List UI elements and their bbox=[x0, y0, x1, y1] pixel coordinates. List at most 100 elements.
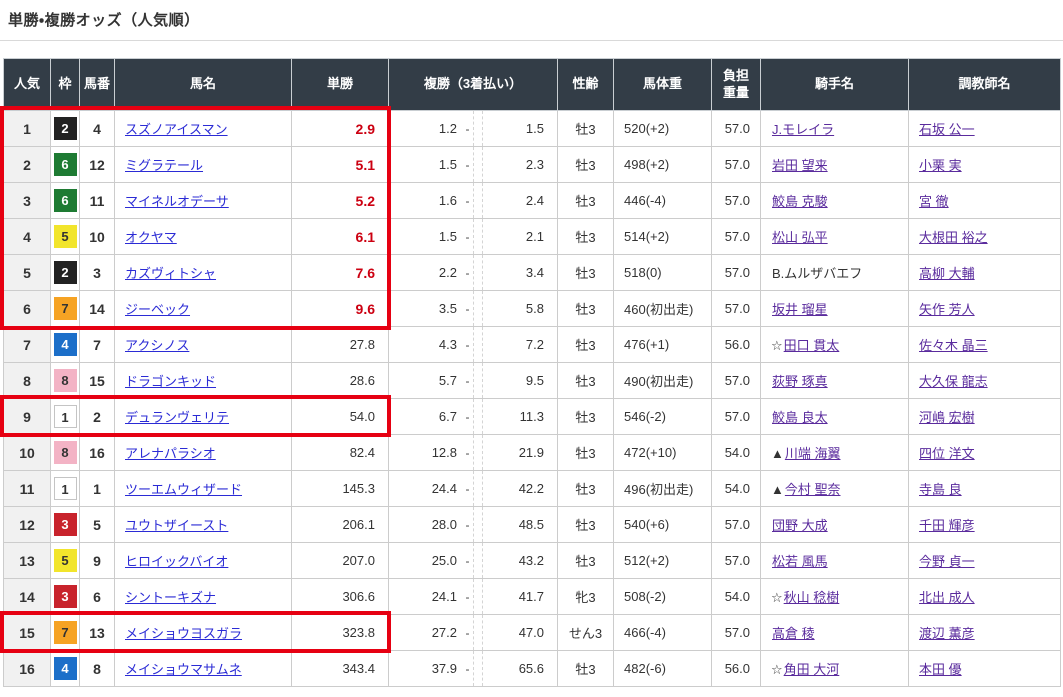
jockey-link[interactable]: 岩田 望来 bbox=[772, 158, 828, 173]
jockey-link[interactable]: 秋山 稔樹 bbox=[784, 590, 840, 605]
horse-name-link[interactable]: ヒロイックバイオ bbox=[125, 554, 228, 569]
weight-cell: 466(-4) bbox=[614, 615, 712, 651]
trainer-link[interactable]: 今野 貞一 bbox=[919, 554, 975, 569]
place-low: 12.8 bbox=[389, 435, 462, 470]
place-odds: 5.7 - 9.5 bbox=[389, 363, 557, 398]
place-low: 4.3 bbox=[389, 327, 462, 362]
horse-name-link[interactable]: スズノアイスマン bbox=[125, 122, 228, 137]
jockey-link[interactable]: 鮫島 良太 bbox=[772, 410, 828, 425]
rank-cell: 4 bbox=[4, 219, 51, 255]
trainer-link[interactable]: 寺島 良 bbox=[919, 482, 962, 497]
trainer-link[interactable]: 小栗 実 bbox=[919, 158, 962, 173]
jockey-link[interactable]: 荻野 琢真 bbox=[772, 374, 828, 389]
horse-number: 1 bbox=[93, 481, 101, 497]
jockey-link[interactable]: 角田 大河 bbox=[784, 662, 840, 677]
frame-badge: 1 bbox=[54, 477, 77, 500]
win-odds-cell: 9.6 bbox=[292, 291, 389, 327]
horse-name-link[interactable]: デュランヴェリテ bbox=[125, 410, 229, 425]
trainer-link[interactable]: 北出 成人 bbox=[919, 590, 975, 605]
jockey-link[interactable]: 鮫島 克駿 bbox=[772, 194, 828, 209]
trainer-cell: 宮 徹 bbox=[909, 183, 1061, 219]
jockey-link[interactable]: 今村 聖奈 bbox=[785, 482, 841, 497]
win-odds: 7.6 bbox=[356, 265, 375, 281]
trainer-link[interactable]: 千田 輝彦 bbox=[919, 518, 975, 533]
horse-name-link[interactable]: マイネルオデーサ bbox=[125, 194, 229, 209]
table-row: 7 4 7 アクシノス 27.8 4.3 - 7.2 牡3 476(+1) 56… bbox=[4, 327, 1061, 363]
jockey-link[interactable]: 田口 貫太 bbox=[784, 338, 840, 353]
jockey-link[interactable]: J.モレイラ bbox=[772, 122, 834, 137]
win-odds-cell: 6.1 bbox=[292, 219, 389, 255]
rank-value: 15 bbox=[19, 625, 35, 641]
rank-cell: 7 bbox=[4, 327, 51, 363]
frame-badge: 2 bbox=[54, 117, 77, 140]
horse-name-link[interactable]: ユウトザイースト bbox=[125, 518, 228, 533]
jockey-rank-mark: ☆ bbox=[771, 338, 783, 353]
horse-number: 8 bbox=[93, 661, 101, 677]
rank-cell: 15 bbox=[4, 615, 51, 651]
jockey-link[interactable]: 松山 弘平 bbox=[772, 230, 828, 245]
trainer-link[interactable]: 石坂 公一 bbox=[919, 122, 975, 137]
horse-number: 4 bbox=[93, 121, 101, 137]
trainer-link[interactable]: 四位 洋文 bbox=[919, 446, 975, 461]
trainer-link[interactable]: 矢作 芳人 bbox=[919, 302, 975, 317]
place-separator: - bbox=[462, 651, 474, 686]
weight-cell: 514(+2) bbox=[614, 219, 712, 255]
trainer-link[interactable]: 佐々木 晶三 bbox=[919, 338, 988, 353]
frame-cell: 6 bbox=[51, 183, 80, 219]
place-odds: 6.7 - 11.3 bbox=[389, 399, 557, 434]
frame-cell: 2 bbox=[51, 255, 80, 291]
jockey-link[interactable]: 松若 風馬 bbox=[772, 554, 828, 569]
horse-name-link[interactable]: メイショウヨスガラ bbox=[125, 626, 242, 641]
horse-number-cell: 12 bbox=[80, 147, 115, 183]
jockey-link[interactable]: 団野 大成 bbox=[772, 518, 828, 533]
jockey-link[interactable]: 坂井 瑠星 bbox=[772, 302, 828, 317]
sex-age-cell: 牡3 bbox=[558, 111, 614, 147]
sex-age-cell: 牡3 bbox=[558, 255, 614, 291]
horse-name-cell: メイショウマサムネ bbox=[115, 651, 292, 687]
trainer-cell: 渡辺 薫彦 bbox=[909, 615, 1061, 651]
trainer-link[interactable]: 宮 徹 bbox=[919, 194, 949, 209]
jockey-cell: ▲今村 聖奈 bbox=[761, 471, 909, 507]
horse-name-link[interactable]: ツーエムウィザード bbox=[125, 482, 242, 497]
table-row: 1 2 4 スズノアイスマン 2.9 1.2 - 1.5 牡3 520(+2) … bbox=[4, 111, 1061, 147]
horse-name-link[interactable]: カズヴィトシャ bbox=[125, 266, 216, 281]
trainer-link[interactable]: 大根田 裕之 bbox=[919, 230, 988, 245]
jockey-link[interactable]: 川端 海翼 bbox=[785, 446, 841, 461]
place-odds-cell: 1.6 - 2.4 bbox=[389, 183, 558, 219]
place-high: 5.8 bbox=[483, 291, 557, 326]
horse-name-link[interactable]: ドラゴンキッド bbox=[125, 374, 216, 389]
place-odds: 27.2 - 47.0 bbox=[389, 615, 557, 650]
horse-name-link[interactable]: アレナパラシオ bbox=[125, 446, 216, 461]
trainer-cell: 本田 優 bbox=[909, 651, 1061, 687]
load-weight-cell: 57.0 bbox=[712, 255, 761, 291]
trainer-link[interactable]: 渡辺 薫彦 bbox=[919, 626, 975, 641]
trainer-link[interactable]: 大久保 龍志 bbox=[919, 374, 988, 389]
horse-name-link[interactable]: アクシノス bbox=[125, 338, 189, 353]
horse-number-cell: 6 bbox=[80, 579, 115, 615]
horse-name-link[interactable]: ミグラテール bbox=[125, 158, 203, 173]
trainer-link[interactable]: 河嶋 宏樹 bbox=[919, 410, 975, 425]
horse-name-link[interactable]: メイショウマサムネ bbox=[125, 662, 242, 677]
header-place-odds: 複勝（3着払い） bbox=[389, 59, 558, 111]
weight-cell: 476(+1) bbox=[614, 327, 712, 363]
trainer-link[interactable]: 本田 優 bbox=[919, 662, 962, 677]
jockey-link[interactable]: 高倉 稜 bbox=[772, 626, 815, 641]
place-odds-cell: 12.8 - 21.9 bbox=[389, 435, 558, 471]
place-odds-cell: 5.7 - 9.5 bbox=[389, 363, 558, 399]
sex-age-cell: 牝3 bbox=[558, 579, 614, 615]
horse-name-cell: ユウトザイースト bbox=[115, 507, 292, 543]
place-odds: 1.2 - 1.5 bbox=[389, 111, 557, 146]
horse-number-cell: 4 bbox=[80, 111, 115, 147]
place-separator: - bbox=[462, 147, 474, 182]
horse-name-cell: カズヴィトシャ bbox=[115, 255, 292, 291]
table-row: 8 8 15 ドラゴンキッド 28.6 5.7 - 9.5 牡3 490(初出走… bbox=[4, 363, 1061, 399]
horse-name-link[interactable]: シントーキズナ bbox=[125, 590, 216, 605]
frame-badge: 7 bbox=[54, 297, 77, 320]
sex-age-cell: 牡3 bbox=[558, 363, 614, 399]
frame-badge: 1 bbox=[54, 405, 77, 428]
trainer-cell: 大久保 龍志 bbox=[909, 363, 1061, 399]
horse-name-link[interactable]: ジーベック bbox=[125, 302, 190, 317]
horse-name-link[interactable]: オクヤマ bbox=[125, 230, 177, 245]
trainer-link[interactable]: 高柳 大輔 bbox=[919, 266, 975, 281]
place-high: 2.4 bbox=[483, 183, 557, 218]
